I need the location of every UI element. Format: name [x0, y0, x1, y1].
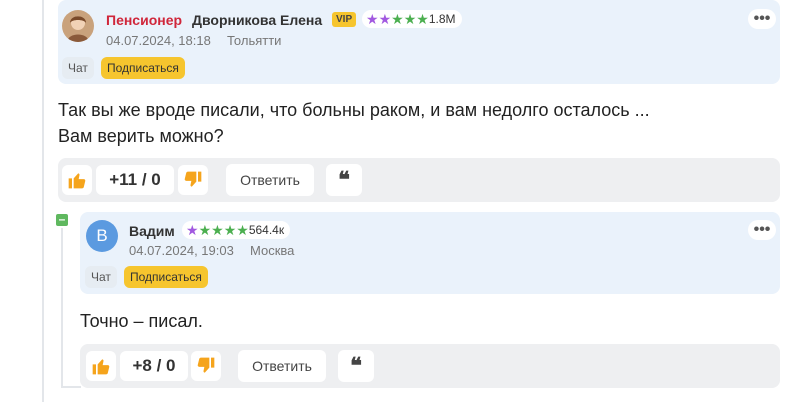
avatar[interactable] — [62, 10, 94, 42]
quote-icon[interactable]: ❝ — [338, 350, 374, 382]
star-icon: ★ — [198, 222, 212, 238]
comment-date: 04.07.2024, 19:03 — [129, 243, 234, 258]
subscribe-button[interactable]: Подписаться — [124, 266, 208, 288]
comment-text-line: Так вы же вроде писали, что больны раком… — [58, 100, 650, 120]
reply-button[interactable]: Ответить — [238, 350, 326, 382]
username[interactable]: Вадим — [129, 223, 175, 239]
comment-text: Так вы же вроде писали, что больны раком… — [58, 97, 650, 149]
comment-text-line: Точно – писал. — [80, 311, 203, 331]
comment-text-line: Вам верить можно? — [58, 126, 224, 146]
star-icon: ★ — [403, 11, 417, 27]
user-rank: Пенсионер — [106, 12, 183, 28]
thumbs-down-icon — [197, 357, 215, 373]
like-button[interactable] — [86, 351, 116, 381]
thumbs-down-icon — [184, 171, 202, 187]
star-icon: ★ — [223, 222, 237, 238]
more-icon[interactable]: ••• — [748, 220, 776, 240]
rating-value: 564.4к — [248, 223, 285, 237]
dislike-button[interactable] — [178, 165, 208, 195]
star-icon: ★ — [378, 11, 392, 27]
like-button[interactable] — [62, 165, 92, 195]
thumbs-up-icon — [68, 173, 86, 189]
star-icon: ★ — [366, 11, 379, 27]
rating-value: 1.8M — [428, 12, 456, 26]
reply-thread-connector — [61, 386, 81, 388]
star-icon: ★ — [236, 222, 249, 238]
avatar[interactable]: В — [86, 220, 118, 252]
more-icon[interactable]: ••• — [748, 9, 776, 29]
reply-button[interactable]: Ответить — [226, 164, 314, 196]
vip-badge: VIP — [332, 12, 357, 27]
star-icon: ★ — [391, 11, 404, 27]
thread-line — [42, 0, 44, 402]
subscribe-button[interactable]: Подписаться — [101, 57, 185, 79]
star-icon: ★ — [211, 222, 224, 238]
star-icon: ★ — [186, 222, 199, 238]
reply-thread-line — [61, 228, 63, 388]
collapse-icon[interactable]: – — [56, 213, 68, 226]
quote-icon[interactable]: ❝ — [326, 164, 362, 196]
comment-date: 04.07.2024, 18:18 — [106, 33, 211, 48]
comment-city: Москва — [250, 243, 295, 258]
rating-stars: ★ ★ ★ ★ ★ 564.4к — [182, 221, 291, 239]
vote-score: +11 / 0 — [96, 165, 174, 195]
comment-city: Тольятти — [227, 33, 282, 48]
thumbs-up-icon — [92, 359, 110, 375]
dislike-button[interactable] — [191, 351, 221, 381]
avatar-photo — [62, 10, 94, 42]
username[interactable]: Дворникова Елена — [192, 12, 322, 28]
star-icon: ★ — [416, 11, 429, 27]
rating-stars: ★ ★ ★ ★ ★ 1.8M — [362, 10, 462, 28]
chat-button[interactable]: Чат — [62, 57, 94, 79]
chat-button[interactable]: Чат — [85, 266, 117, 288]
vote-score: +8 / 0 — [120, 351, 188, 381]
comment-text: Точно – писал. — [80, 308, 203, 334]
